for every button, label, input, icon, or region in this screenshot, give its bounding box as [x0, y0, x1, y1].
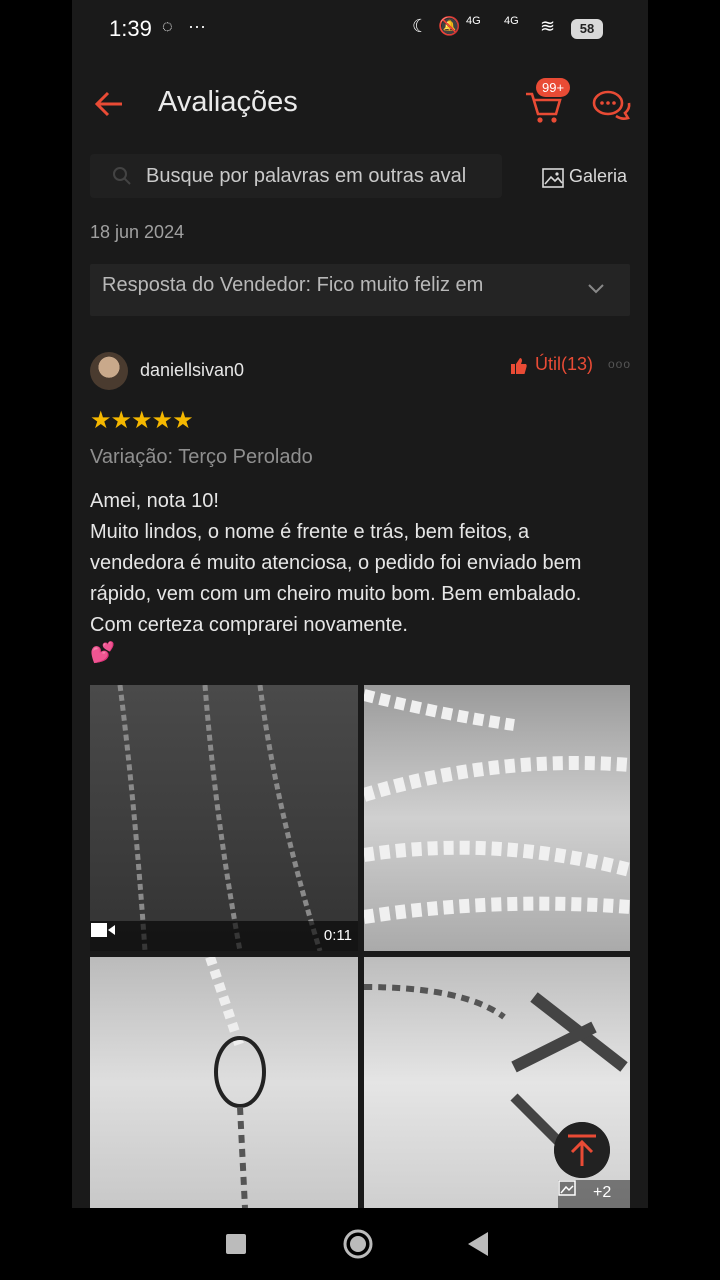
moon-icon: ☾ — [412, 16, 429, 36]
wifi-icon: ≋ — [540, 16, 556, 36]
review-video-thumbnail[interactable]: 0:11 — [90, 685, 358, 951]
heart-emoji: 💕 — [90, 642, 115, 664]
chat-icon[interactable] — [592, 88, 632, 124]
rosary-video-image — [117, 685, 323, 951]
more-photos-count: +2 — [593, 1184, 612, 1201]
review-text: Amei, nota 10! Muito lindos, o nome é fr… — [90, 486, 610, 641]
useful-label: Útil(13) — [535, 354, 594, 374]
recents-icon[interactable] — [220, 1228, 252, 1260]
image-icon — [558, 1180, 576, 1196]
rosary-pearls-image — [364, 689, 630, 924]
network-label-2: 4G — [504, 15, 519, 27]
back-arrow-icon[interactable] — [92, 86, 128, 122]
system-nav-bar — [0, 1208, 720, 1280]
status-more: ··· — [188, 16, 206, 36]
review-text-line: Amei, nota 10! — [90, 490, 219, 512]
battery-indicator: 58 — [571, 19, 603, 39]
whatsapp-icon: ◌ — [162, 16, 173, 36]
star-icon: ★ — [110, 407, 133, 434]
rosary-medal-image — [205, 957, 266, 1208]
avatar[interactable] — [90, 352, 128, 390]
status-bar: 1:39 ◌ ··· ☾ 🔕 4G 4G ≋ 58 — [72, 0, 648, 60]
cart-badge: 99+ — [536, 78, 571, 97]
star-icon: ★ — [90, 407, 112, 434]
gallery-icon — [542, 168, 564, 188]
video-duration: 0:11 — [323, 927, 352, 944]
more-photos-overlay[interactable]: +2 — [558, 1180, 630, 1208]
review-photo[interactable] — [364, 685, 630, 951]
reviews-screen: 1:39 ◌ ··· ☾ 🔕 4G 4G ≋ 58 Avaliações 99+… — [72, 0, 648, 1208]
page-title: Avaliações — [158, 86, 298, 118]
product-variation: Variação: Terço Perolado — [90, 446, 313, 468]
search-placeholder: Busque por palavras em outras aval — [146, 165, 467, 187]
star-icon: ★ — [172, 407, 194, 434]
app-bar: Avaliações 99+ — [72, 68, 648, 140]
more-options-icon[interactable]: ooo — [608, 357, 631, 371]
thumbs-up-icon — [511, 358, 527, 374]
search-icon — [113, 167, 131, 185]
chevron-down-icon[interactable] — [587, 282, 605, 296]
rating-stars: ★★★★★ — [90, 406, 194, 435]
back-nav-icon[interactable] — [462, 1228, 494, 1260]
reviewer-username[interactable]: daniellsivan0 — [140, 360, 244, 381]
seller-reply-text: Resposta do Vendedor: Fico muito feliz e… — [102, 274, 484, 296]
status-time: 1:39 — [109, 16, 152, 41]
network-label-1: 4G — [466, 15, 481, 27]
mute-icon: 🔕 — [438, 16, 461, 36]
star-icon: ★ — [151, 407, 174, 434]
review-photo[interactable] — [90, 957, 358, 1208]
scroll-to-top-icon[interactable] — [554, 1122, 610, 1178]
home-icon[interactable] — [342, 1228, 374, 1260]
video-icon — [91, 923, 115, 937]
review-text-line: Muito lindos, o nome é frente e trás, be… — [90, 521, 582, 636]
gallery-label: Galeria — [569, 166, 628, 186]
video-bar: 0:11 — [90, 921, 358, 951]
star-icon: ★ — [131, 407, 153, 434]
search-box[interactable]: Busque por palavras em outras aval — [90, 154, 502, 198]
review-date: 18 jun 2024 — [90, 222, 185, 242]
seller-reply[interactable]: Resposta do Vendedor: Fico muito feliz e… — [90, 264, 630, 316]
